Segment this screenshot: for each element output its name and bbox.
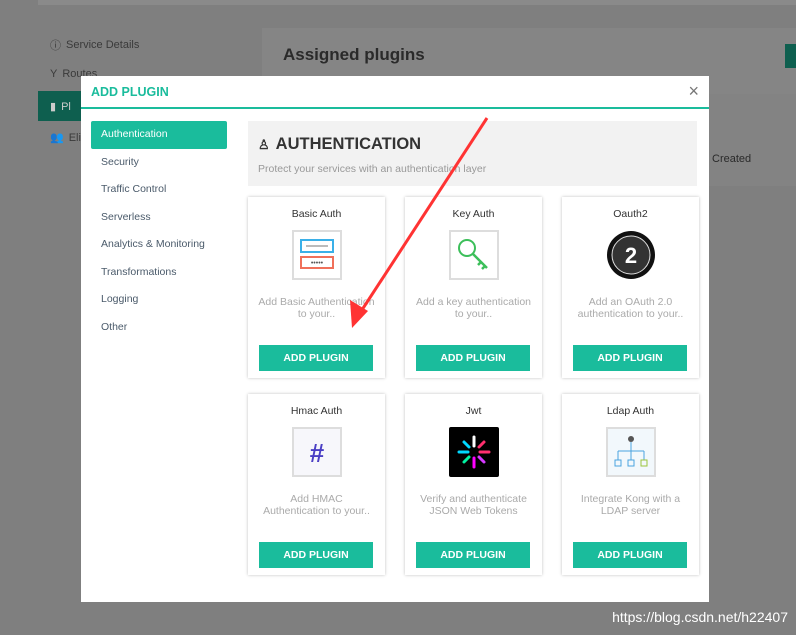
- red-annotation-arrow-icon: [350, 117, 489, 328]
- watermark: https://blog.csdn.net/h22407: [612, 609, 788, 625]
